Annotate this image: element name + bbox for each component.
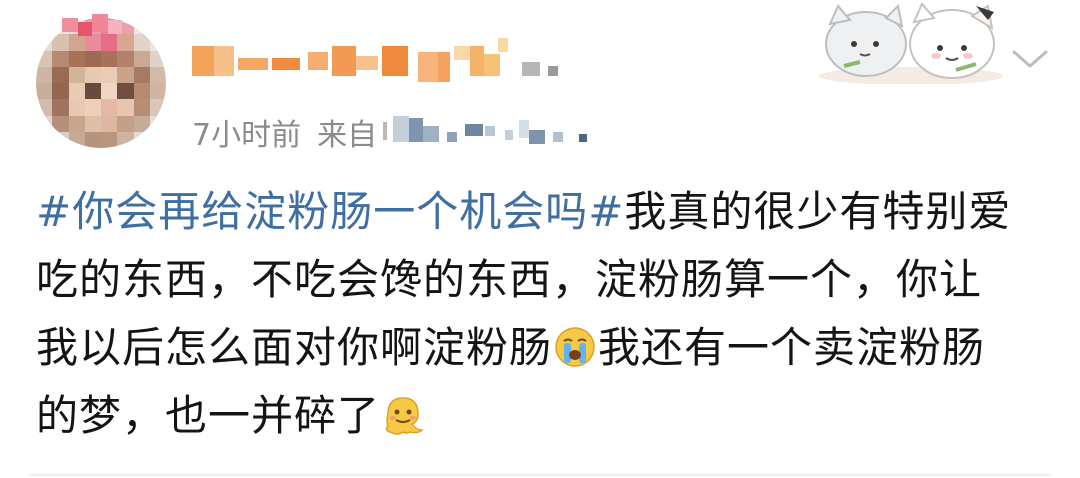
post-content: #你会再给淀粉肠一个机会吗#我真的很少有特别爱 吃的东西，不吃会馋的东西，淀粉肠… (36, 178, 1046, 450)
melting-face-emoji-icon (385, 397, 424, 435)
hashtag-link[interactable]: #你会再给淀粉肠一个机会吗# (36, 187, 624, 236)
weibo-post: 7小时前 来自 #你会再给淀粉肠一个机会吗#我真的很少有特别爱 吃的东西，不吃会… (0, 0, 1080, 478)
post-meta: 7小时前 来自 (192, 112, 633, 153)
chevron-down-icon[interactable] (1010, 44, 1050, 74)
content-text-1: 我真的很少有特别爱 (624, 187, 1012, 236)
bow-icon (62, 14, 122, 36)
post-time: 7小时前 (192, 118, 302, 153)
username-redacted[interactable] (192, 38, 592, 86)
content-line-3: 我以后怎么面对你啊淀粉肠 我还有一个卖淀粉肠 (36, 314, 1046, 382)
crying-face-emoji-icon (555, 327, 595, 367)
source-redacted[interactable] (383, 112, 633, 152)
cat-couple-sticker (819, 2, 1003, 84)
content-line-2: 吃的东西，不吃会馋的东西，淀粉肠算一个，你让 (36, 246, 1046, 314)
divider (30, 474, 1050, 476)
content-text-5: 的梦，也一并碎了 (36, 391, 381, 440)
content-text-3: 我以后怎么面对你啊淀粉肠 (36, 323, 553, 372)
content-text-4: 我还有一个卖淀粉肠 (598, 323, 986, 372)
content-line-1: #你会再给淀粉肠一个机会吗#我真的很少有特别爱 (36, 178, 1046, 246)
content-line-4: 的梦，也一并碎了 (36, 382, 1046, 450)
content-text-2: 吃的东西，不吃会馋的东西，淀粉肠算一个，你让 (36, 255, 983, 304)
source-prefix: 来自 (317, 118, 378, 153)
